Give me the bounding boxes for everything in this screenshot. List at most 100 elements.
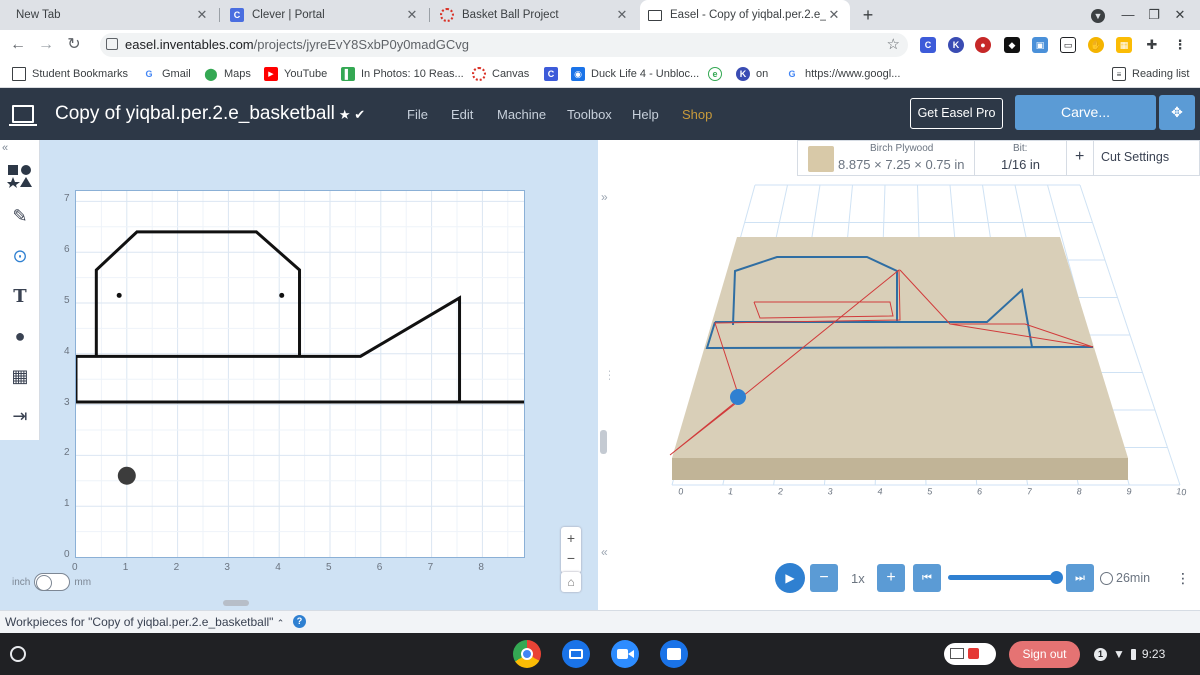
bookmark-maps[interactable]: ⬤ Maps: [204, 66, 251, 82]
restore-icon[interactable]: ❐: [1141, 0, 1167, 30]
horizontal-scrollbar[interactable]: [223, 600, 249, 606]
bookmark-youtube[interactable]: ▶ YouTube: [264, 66, 327, 82]
zoom-out-icon[interactable]: −: [561, 549, 581, 571]
new-tab-button[interactable]: +: [858, 5, 878, 25]
menu-file[interactable]: File: [407, 107, 428, 122]
browser-menu-icon[interactable]: ⋮: [1172, 37, 1188, 53]
bookmark-google-link[interactable]: G https://www.googl...: [785, 66, 900, 82]
address-bar[interactable]: easel.inventables.com/projects/jyreEvY8S…: [100, 33, 908, 57]
x-tick-label: 4: [275, 562, 281, 573]
import-icon[interactable]: ⇥: [0, 396, 40, 436]
menu-toolbox[interactable]: Toolbox: [567, 107, 612, 122]
close-icon[interactable]: ✕: [194, 7, 210, 23]
clever-extension-icon[interactable]: C: [920, 37, 936, 53]
material-dimensions[interactable]: 8.875 × 7.25 × 0.75 in: [838, 157, 965, 172]
tote-holding-space-icon[interactable]: [944, 643, 996, 665]
extension-icon[interactable]: ✋: [1088, 37, 1104, 53]
play-icon[interactable]: ▶: [775, 563, 805, 593]
close-window-icon[interactable]: ✕: [1167, 0, 1193, 30]
bookmark-clever[interactable]: C: [544, 66, 564, 82]
cut-settings-button[interactable]: Cut Settings: [1101, 150, 1169, 164]
extension-icon[interactable]: ▣: [1032, 37, 1048, 53]
menu-edit[interactable]: Edit: [451, 107, 473, 122]
forward-icon[interactable]: →: [36, 35, 56, 55]
bookmark-kami-on[interactable]: K on: [736, 66, 768, 82]
reading-list-button[interactable]: ≡ Reading list: [1112, 66, 1189, 82]
bookmark-duck-life[interactable]: ◉ Duck Life 4 - Unbloc...: [571, 66, 699, 82]
bookmark-in-photos[interactable]: ▌ In Photos: 10 Reas...: [341, 66, 464, 82]
speed-down-icon[interactable]: −: [810, 564, 838, 592]
bookmark-canvas[interactable]: Canvas: [472, 66, 529, 82]
unit-switch[interactable]: [34, 573, 71, 591]
progress-slider[interactable]: [948, 571, 1063, 584]
zoom-app-icon[interactable]: [611, 640, 639, 668]
slider-knob[interactable]: [1050, 571, 1063, 584]
extension-icon[interactable]: ◆: [1004, 37, 1020, 53]
library-icon[interactable]: ▦: [0, 356, 40, 396]
close-icon[interactable]: ✕: [826, 7, 842, 23]
easel-logo-icon[interactable]: [9, 105, 37, 126]
get-easel-pro-button[interactable]: Get Easel Pro: [910, 98, 1003, 129]
chrome-icon[interactable]: [513, 640, 541, 668]
text-icon[interactable]: T: [0, 276, 40, 316]
extensions-puzzle-icon[interactable]: ✚: [1144, 37, 1160, 53]
tab-search-icon[interactable]: ▼: [1085, 0, 1111, 30]
menu-help[interactable]: Help: [632, 107, 659, 122]
more-options-icon[interactable]: ⋮: [1176, 570, 1190, 587]
preview-x-tick: 5: [927, 486, 933, 497]
tab-basketball-project[interactable]: Basket Ball Project ✕: [432, 0, 638, 30]
bit-size[interactable]: 1/16 in: [1001, 157, 1040, 172]
apps-icon[interactable]: ●: [0, 316, 40, 356]
design-drawing[interactable]: [74, 191, 524, 557]
screen-extension-icon[interactable]: ▭: [1060, 37, 1076, 53]
files-icon[interactable]: [660, 640, 688, 668]
rewind-icon[interactable]: ⏮: [913, 564, 941, 592]
point-icon[interactable]: ⊙: [0, 236, 40, 276]
carve-button[interactable]: Carve...: [1015, 95, 1156, 130]
move-icon[interactable]: ✥: [1159, 95, 1195, 130]
collapse-toolbar-icon[interactable]: «: [2, 142, 8, 154]
add-bit-icon[interactable]: +: [1075, 148, 1084, 166]
extension-icon[interactable]: ●: [975, 37, 991, 53]
expand-left-icon[interactable]: «: [601, 545, 608, 559]
minimize-icon[interactable]: —: [1115, 0, 1141, 30]
pen-icon[interactable]: ✎: [0, 196, 40, 236]
status-tray[interactable]: 1 ▼ 9:23: [1094, 642, 1165, 666]
tab-easel[interactable]: Easel - Copy of yiqbal.per.2.e_ba ✕: [640, 0, 850, 30]
tab-clever[interactable]: C Clever | Portal ✕: [222, 0, 428, 30]
reload-icon[interactable]: ↻: [64, 35, 84, 55]
fast-forward-icon[interactable]: ⏭: [1066, 564, 1094, 592]
bookmark-star-icon[interactable]: ☆: [887, 35, 900, 53]
help-icon[interactable]: ?: [293, 615, 306, 628]
extension-icon[interactable]: ▦: [1116, 37, 1132, 53]
shapes-icon[interactable]: [0, 156, 40, 196]
kami-extension-icon[interactable]: K: [948, 37, 964, 53]
home-view-icon[interactable]: ⌂: [561, 572, 581, 592]
camera-icon[interactable]: [562, 640, 590, 668]
bookmark-student[interactable]: Student Bookmarks: [12, 66, 128, 82]
carve-preview[interactable]: 0 1 2 3 4 5 6 7 8 9 10: [610, 140, 1200, 610]
favorite-star-icon[interactable]: ★ ✔: [339, 107, 365, 122]
speed-up-icon[interactable]: +: [877, 564, 905, 592]
workpieces-bar[interactable]: Workpieces for "Copy of yiqbal.per.2.e_b…: [0, 610, 1200, 633]
tab-new-tab[interactable]: New Tab ✕: [8, 0, 218, 30]
workpiece-board[interactable]: [74, 190, 525, 558]
project-title[interactable]: Copy of yiqbal.per.2.e_basketball ★ ✔: [55, 103, 365, 125]
bookmark-globe[interactable]: e: [708, 66, 728, 82]
back-icon[interactable]: ←: [8, 35, 28, 55]
launcher-icon[interactable]: [10, 646, 26, 662]
divider-handle[interactable]: [600, 430, 607, 454]
menu-shop[interactable]: Shop: [682, 107, 712, 122]
bookmark-gmail[interactable]: G Gmail: [142, 66, 190, 82]
expand-right-icon[interactable]: »: [601, 190, 608, 204]
preview-x-tick: 0: [678, 486, 684, 497]
sign-out-button[interactable]: Sign out: [1009, 641, 1080, 668]
close-icon[interactable]: ✕: [614, 7, 630, 23]
preview-3d-drawing[interactable]: 0 1 2 3 4 5 6 7 8 9 10: [610, 140, 1200, 550]
site-info-icon[interactable]: [106, 38, 118, 50]
unit-toggle[interactable]: inch mm: [12, 573, 91, 591]
menu-machine[interactable]: Machine: [497, 107, 546, 122]
material-swatch[interactable]: [808, 146, 834, 172]
close-icon[interactable]: ✕: [404, 7, 420, 23]
zoom-in-icon[interactable]: +: [561, 527, 581, 549]
